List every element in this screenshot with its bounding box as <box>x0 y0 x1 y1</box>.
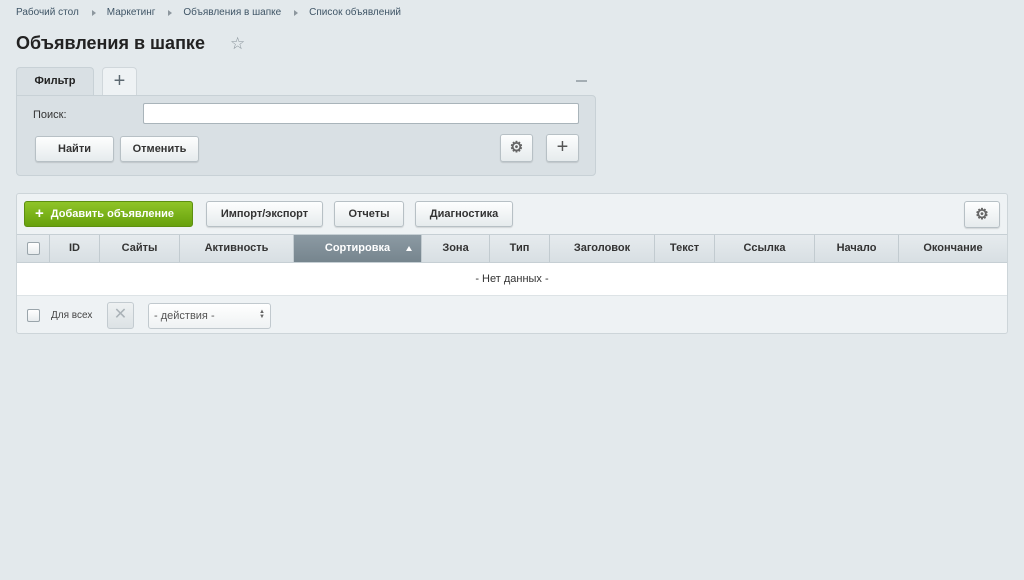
actions-select-value: - действия - <box>154 310 215 322</box>
gear-icon: ⚙ <box>975 206 989 223</box>
gear-icon: ⚙ <box>509 139 524 156</box>
column-header-text[interactable]: Текст <box>655 235 715 262</box>
diagnostics-button[interactable]: Диагностика <box>415 201 513 227</box>
sort-ascending-icon <box>406 246 412 251</box>
column-header-type[interactable]: Тип <box>490 235 550 262</box>
column-header-sites[interactable]: Сайты <box>100 235 180 262</box>
column-header-sort[interactable]: Сортировка <box>294 235 422 262</box>
breadcrumb-marketing[interactable]: Маркетинг <box>107 7 156 18</box>
cancel-button[interactable]: Отменить <box>120 136 199 162</box>
add-ad-button[interactable]: + Добавить объявление <box>24 201 193 227</box>
column-header-activity[interactable]: Активность <box>180 235 294 262</box>
breadcrumb-separator-icon <box>91 9 96 16</box>
delete-selected-button[interactable]: ✕ <box>107 302 134 329</box>
for-all-checkbox[interactable] <box>27 309 40 322</box>
select-arrows-icon: ▲ ▼ <box>259 309 265 320</box>
search-input[interactable] <box>143 103 579 124</box>
list-panel: + Добавить объявление Импорт/экспорт Отче… <box>16 193 1008 334</box>
plus-icon: + <box>556 136 569 158</box>
column-header-start[interactable]: Начало <box>815 235 899 262</box>
list-toolbar: + Добавить объявление Импорт/экспорт Отче… <box>17 194 1007 235</box>
breadcrumb-header-ads[interactable]: Объявления в шапке <box>183 7 281 18</box>
actions-select[interactable]: - действия - ▲ ▼ <box>148 303 271 329</box>
column-header-title[interactable]: Заголовок <box>550 235 655 262</box>
list-settings-button[interactable]: ⚙ <box>964 201 1000 228</box>
close-icon: ✕ <box>113 306 128 323</box>
list-footer: Для всех ✕ - действия - ▲ ▼ <box>17 296 1007 333</box>
empty-table-message: - Нет данных - <box>17 263 1007 296</box>
column-header-zone[interactable]: Зона <box>422 235 490 262</box>
column-header-link[interactable]: Ссылка <box>715 235 815 262</box>
breadcrumb: Рабочий стол Маркетинг Объявления в шапк… <box>16 7 401 18</box>
minimize-filter-icon[interactable] <box>576 80 587 82</box>
select-all-checkbox[interactable] <box>27 242 40 255</box>
reports-button[interactable]: Отчеты <box>334 201 404 227</box>
select-all-cell <box>17 235 50 262</box>
page-title: Объявления в шапке <box>16 33 205 53</box>
table-header: ID Сайты Активность Сортировка Зона Тип … <box>17 234 1007 263</box>
plus-icon: + <box>113 70 126 92</box>
filter-settings-button[interactable]: ⚙ <box>500 134 533 162</box>
column-header-end[interactable]: Окончание <box>899 235 1007 262</box>
plus-icon: + <box>35 205 44 222</box>
add-filter-tab-button[interactable]: + <box>102 67 137 95</box>
for-all-label: Для всех <box>51 310 93 321</box>
breadcrumb-separator-icon <box>168 9 173 16</box>
column-header-sort-label: Сортировка <box>324 242 391 254</box>
favorite-star-icon[interactable]: ☆ <box>230 34 245 54</box>
import-export-button[interactable]: Импорт/экспорт <box>206 201 323 227</box>
add-ad-label: Добавить объявление <box>50 208 175 220</box>
filter-panel: Поиск: Найти Отменить ⚙ + <box>16 95 596 176</box>
tab-filter[interactable]: Фильтр <box>16 67 94 97</box>
search-label: Поиск: <box>33 109 67 121</box>
find-button[interactable]: Найти <box>35 136 114 162</box>
breadcrumb-separator-icon <box>294 9 299 16</box>
breadcrumb-ads-list[interactable]: Список объявлений <box>309 7 401 18</box>
add-filter-field-button[interactable]: + <box>546 134 579 162</box>
column-header-id[interactable]: ID <box>50 235 100 262</box>
breadcrumb-desktop[interactable]: Рабочий стол <box>16 7 79 18</box>
